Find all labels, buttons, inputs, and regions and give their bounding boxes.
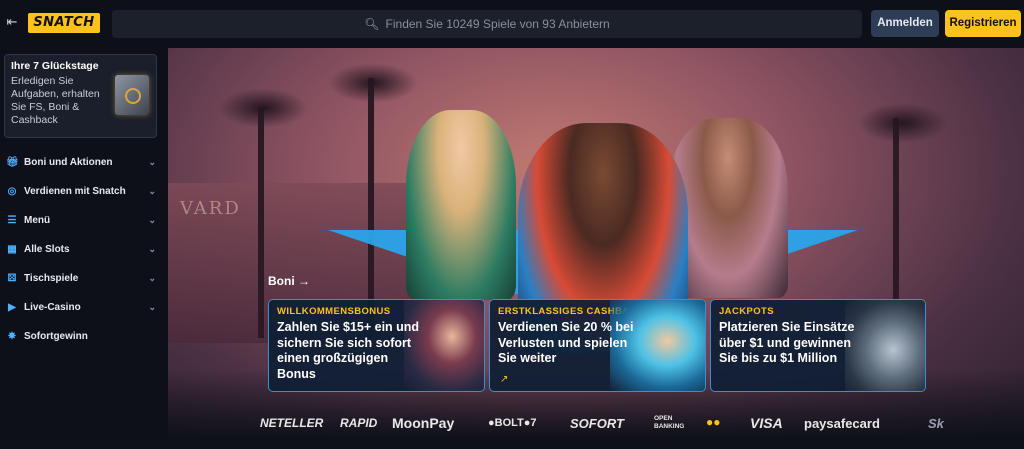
dice-icon: ⚄ (7, 272, 17, 284)
chevron-down-icon: ⌄ (148, 273, 156, 283)
hero-banner: VARD Boni → WILLKOMMENSBONUS Zahlen Sie … (168, 48, 1024, 449)
paysafecard-logo: paysafecard (804, 416, 880, 431)
lucky-days-title: Ihre 7 Glückstage (11, 60, 99, 72)
cashback-card[interactable]: ERSTKLASSIGES CASHBACK Verdienen Sie 20 … (489, 299, 706, 392)
lucky-days-text: Erledigen Sie Aufgaben, erhalten Sie FS,… (11, 75, 100, 126)
sidebar-item-label: Tischspiele (24, 273, 79, 284)
login-button[interactable]: Anmelden (871, 10, 939, 37)
visa-logo: VISA (750, 415, 783, 431)
snatch-logo[interactable]: SNATCH (28, 13, 100, 33)
bolt-logo: ●BOLT●7 (488, 417, 537, 429)
gift-icon: 🎁︎ (6, 156, 19, 168)
open-banking-logo: OPEN BANKING (654, 415, 685, 430)
chevron-down-icon: ⌄ (148, 302, 156, 312)
sidebar-item-label: Alle Slots (24, 244, 70, 255)
palm-leaves (328, 63, 418, 103)
sparkle-icon: ✸ (7, 330, 17, 342)
sidebar-item-boni[interactable]: 🎁︎ Boni und Aktionen ⌄ (0, 148, 168, 177)
lucky-days-card[interactable]: Ihre 7 Glückstage Erledigen Sie Aufgaben… (4, 54, 157, 138)
safe-icon (115, 75, 149, 115)
sidebar-item-slots[interactable]: ▦ Alle Slots ⌄ (0, 235, 168, 264)
sidebar-item-label: Boni und Aktionen (24, 157, 113, 168)
chevron-down-icon: ⌄ (148, 157, 156, 167)
menu-icon: ☰ (7, 214, 17, 226)
neteller-logo: NETELLER (260, 416, 324, 430)
chevron-down-icon: ⌄ (148, 244, 156, 254)
sidebar-nav: 🎁︎ Boni und Aktionen ⌄ ◎ Verdienen mit S… (0, 148, 168, 351)
search-icon: 🔍︎ (364, 17, 380, 31)
sofort-logo: SOFORT (570, 416, 624, 431)
boni-link[interactable]: Boni → (268, 274, 310, 288)
sidebar-item-label: Live-Casino (24, 302, 81, 313)
chevron-down-icon: ⌄ (148, 215, 156, 225)
sidebar-item-label: Menü (24, 215, 51, 226)
sidebar-item-table-games[interactable]: ⚄ Tischspiele ⌄ (0, 264, 168, 293)
palm-leaves (218, 88, 308, 128)
arrow-up-right-icon: ↗ (500, 374, 509, 385)
payment-logos: NETELLER RAPID MoonPay ●BOLT●7 SOFORT OP… (168, 412, 1024, 438)
palm-tree (258, 108, 264, 338)
sidebar-item-label: Verdienen mit Snatch (24, 186, 126, 197)
sidebar-item-instant-win[interactable]: ✸ Sofortgewinn (0, 322, 168, 351)
sidebar: Ihre 7 Glückstage Erledigen Sie Aufgaben… (0, 48, 168, 449)
register-button[interactable]: Registrieren (945, 10, 1021, 37)
live-icon: ▶ (8, 301, 16, 313)
chevron-down-icon: ⌄ (148, 186, 156, 196)
hero-building-sign: VARD (180, 198, 241, 219)
sidebar-item-live-casino[interactable]: ▶ Live-Casino ⌄ (0, 293, 168, 322)
sidebar-item-menu[interactable]: ☰ Menü ⌄ (0, 206, 168, 235)
search-bar[interactable]: 🔍︎ Finden Sie 10249 Spiele von 93 Anbiet… (112, 10, 862, 38)
card-text: Verdienen Sie 20 % bei Verlusten und spi… (498, 320, 634, 365)
skrill-logo: Sk (928, 416, 944, 431)
mastercard-logo: ●● (706, 415, 721, 429)
hero-character-woman (406, 110, 516, 300)
jackpots-card[interactable]: JACKPOTS Platzieren Sie Einsätze über $1… (710, 299, 926, 392)
collapse-sidebar-icon[interactable]: ⇤ (4, 14, 20, 30)
welcome-bonus-card[interactable]: WILLKOMMENSBONUS Zahlen Sie $15+ ein und… (268, 299, 485, 392)
rapid-logo: RAPID (340, 416, 378, 430)
coins-icon: ◎ (7, 185, 17, 197)
sidebar-item-earn[interactable]: ◎ Verdienen mit Snatch ⌄ (0, 177, 168, 206)
moonpay-logo: MoonPay (392, 415, 455, 431)
search-placeholder: Finden Sie 10249 Spiele von 93 Anbietern (385, 17, 610, 31)
slot-icon: ▦ (7, 243, 17, 255)
sidebar-item-label: Sofortgewinn (24, 331, 88, 342)
card-text: Zahlen Sie $15+ ein und sichern Sie sich… (277, 320, 420, 381)
palm-leaves (858, 103, 948, 143)
card-text: Platzieren Sie Einsätze über $1 und gewi… (719, 320, 855, 365)
top-bar: ⇤ SNATCH 🔍︎ Finden Sie 10249 Spiele von … (0, 0, 1024, 48)
